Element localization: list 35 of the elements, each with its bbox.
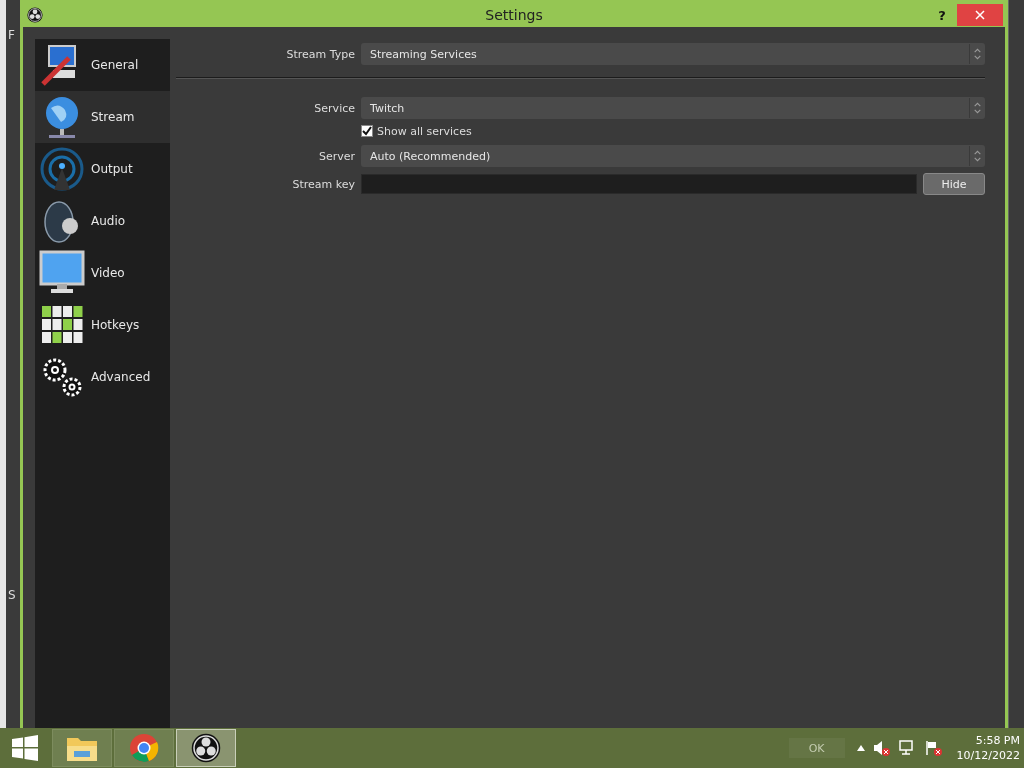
- field-label: Server: [317, 149, 355, 163]
- windows-icon: [12, 735, 38, 761]
- panel-text: S: [8, 588, 17, 602]
- dropdown[interactable]: Twitch: [361, 97, 985, 119]
- logo-icon: [191, 733, 221, 763]
- logo-icon: [27, 7, 43, 23]
- clock-date: 10/12/2022: [956, 748, 1020, 763]
- field-label: Stream key: [291, 177, 355, 191]
- antenna-icon: [39, 146, 85, 192]
- speaker-muted-icon[interactable]: [872, 740, 891, 756]
- flag-icon[interactable]: [924, 740, 943, 756]
- hide-button[interactable]: Hide: [923, 173, 985, 195]
- clock-time: 5:58 PM: [975, 733, 1020, 748]
- sidebar-item[interactable]: Advanced: [35, 351, 170, 403]
- sidebar-item[interactable]: Stream: [35, 91, 170, 143]
- field-label: Service: [313, 101, 355, 115]
- checkbox-label: Show all services: [377, 124, 472, 138]
- checkbox[interactable]: [361, 125, 373, 137]
- sidebar-item[interactable]: General: [35, 39, 170, 91]
- sidebar-item[interactable]: Video: [35, 247, 170, 299]
- sidebar-item[interactable]: Output: [35, 143, 170, 195]
- input-field[interactable]: [361, 174, 917, 194]
- sidebar-item[interactable]: Audio: [35, 195, 170, 247]
- close-icon: [975, 10, 985, 20]
- dropdown[interactable]: Auto (Recommended): [361, 145, 985, 167]
- caret-up-icon[interactable]: [856, 745, 865, 751]
- taskbar-app[interactable]: [176, 729, 236, 767]
- help-button[interactable]: ?: [927, 4, 957, 26]
- browser-icon: [129, 733, 159, 763]
- menu-text: F: [8, 28, 16, 42]
- dropdown[interactable]: Streaming Services: [361, 43, 985, 65]
- window-title: Settings: [485, 7, 543, 23]
- field-label: Stream Type: [285, 47, 355, 61]
- monitor-icon: [39, 250, 85, 296]
- sidebar-item[interactable]: Hotkeys: [35, 299, 170, 351]
